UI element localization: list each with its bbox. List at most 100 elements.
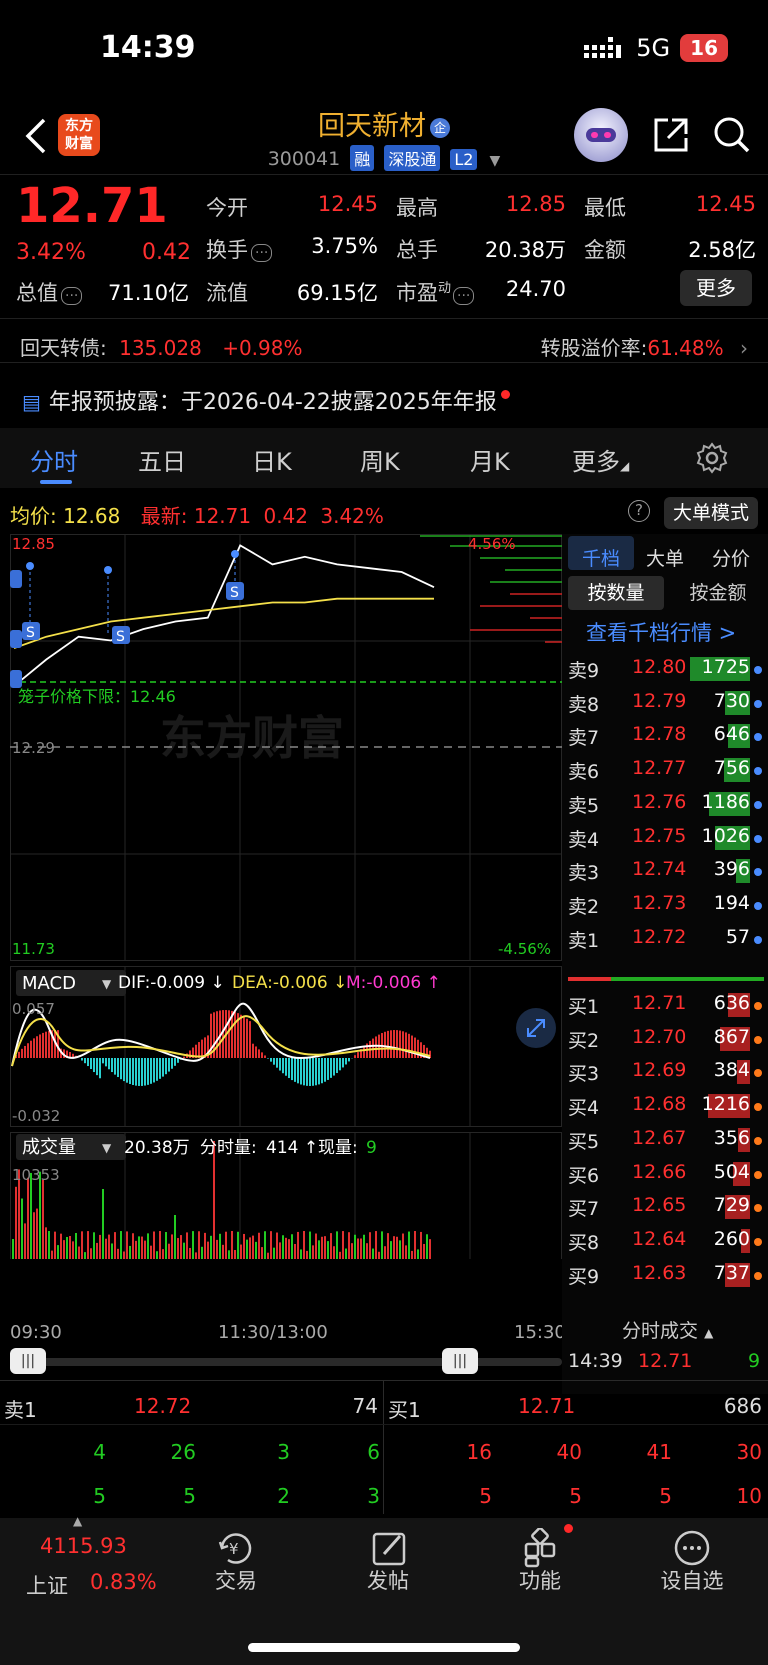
sell-volume: 646 (714, 723, 750, 749)
tab-week-k[interactable]: 周K (360, 442, 400, 477)
range-handle-right[interactable]: ||| (442, 1348, 478, 1374)
macd-bar (315, 1058, 317, 1086)
macd-bar (48, 1030, 50, 1058)
trade-icon[interactable]: ¥ (216, 1528, 256, 1568)
queue-volume: 30 (736, 1440, 762, 1464)
volume-bar (279, 1242, 281, 1259)
sell-row[interactable]: 卖9 12.80 1725 (566, 656, 764, 688)
sell-row[interactable]: 卖6 12.77 756 (566, 757, 764, 789)
macd-bot-label: -0.032 (12, 1107, 60, 1125)
tab-more[interactable]: 更多◢ (572, 442, 629, 477)
convertible-bond[interactable]: 回天转债: 135.028 +0.98% (20, 332, 302, 361)
buy-row[interactable]: 买9 12.63 737 (566, 1262, 764, 1294)
settings-icon[interactable] (696, 442, 728, 474)
buy-row[interactable]: 买2 12.70 867 (566, 1026, 764, 1058)
volume-bar (171, 1234, 173, 1259)
macd-bar (402, 1031, 404, 1058)
watchlist-icon[interactable] (672, 1528, 712, 1568)
sub-by-amount[interactable]: 按金额 (670, 576, 766, 610)
big-order-mode-button[interactable]: 大单模式 (664, 497, 758, 529)
share-icon[interactable] (652, 116, 690, 154)
sell-row[interactable]: 卖1 12.72 57 (566, 926, 764, 958)
sell-row[interactable]: 卖8 12.79 730 (566, 690, 764, 722)
buy-row[interactable]: 买6 12.66 504 (566, 1161, 764, 1193)
buy-row[interactable]: 买7 12.65 729 (566, 1194, 764, 1226)
volume-dropdown-icon: ▼ (102, 1141, 112, 1155)
buy-row[interactable]: 买1 12.71 636 (566, 992, 764, 1024)
buy-row[interactable]: 买8 12.64 260 (566, 1228, 764, 1260)
help-icon[interactable]: ? (628, 500, 650, 522)
ticks-label[interactable]: 分时成交 ▲ (622, 1316, 713, 1343)
ob-tab-bigorder[interactable]: 大单 (646, 544, 684, 571)
home-indicator[interactable] (248, 1643, 520, 1652)
nav-post[interactable]: 发帖 (338, 1565, 438, 1595)
report-notice[interactable]: ▤ 年报预披露：于2026-04-22披露2025年年报 (22, 384, 510, 416)
macd-bar (300, 1058, 302, 1085)
macd-bar (342, 1058, 344, 1068)
sell-volume: 194 (713, 891, 750, 914)
robot-avatar[interactable] (574, 108, 628, 162)
buy-marker-dot (754, 1103, 762, 1112)
volume-bar (255, 1241, 257, 1259)
ob-tab-depth[interactable]: 千档 (582, 544, 620, 571)
notice-dot (500, 390, 510, 399)
open-value: 12.45 (317, 192, 378, 216)
nav-functions[interactable]: 功能 (490, 1565, 590, 1595)
buy-row[interactable]: 买3 12.69 384 (566, 1059, 764, 1091)
queue-volume: 5 (659, 1484, 672, 1508)
range-handle-left[interactable]: ||| (10, 1348, 46, 1374)
macd-bar (165, 1058, 167, 1075)
nav-trade[interactable]: 交易 (186, 1565, 286, 1595)
tab-day-k[interactable]: 日K (252, 442, 292, 477)
volume-bar (297, 1231, 299, 1259)
ob-tab-price[interactable]: 分价 (712, 544, 750, 571)
nav-add-watchlist[interactable]: 设自选 (642, 1565, 742, 1595)
volume-bar (186, 1232, 188, 1259)
macd-bar (279, 1058, 281, 1071)
intraday-chart[interactable]: 东方财富 S S S 12.85 4.56% 12.29 笼子价格下限：12.4… (10, 534, 562, 1259)
post-icon[interactable] (370, 1528, 410, 1568)
volume-bar (192, 1231, 194, 1259)
volume-bar (201, 1246, 203, 1259)
range-slider-track[interactable] (14, 1358, 562, 1366)
time-end: 15:30 (514, 1322, 566, 1343)
tab-month-k[interactable]: 月K (470, 442, 510, 477)
y-top-label: 12.85 (12, 535, 55, 553)
index-value[interactable]: 4115.93 (40, 1534, 127, 1558)
conversion-premium[interactable]: 转股溢价率:61.48% › (541, 332, 748, 361)
macd-bar (249, 1021, 251, 1058)
tab-five-day[interactable]: 五日 (138, 442, 186, 477)
volume-bar (291, 1234, 293, 1259)
turnover-label: 换手 ··· (206, 234, 273, 264)
more-button[interactable]: 更多 (680, 270, 752, 306)
sell-row[interactable]: 卖7 12.78 646 (566, 723, 764, 755)
volume-bar (102, 1189, 104, 1259)
macd-bar (294, 1058, 296, 1082)
macd-bar (147, 1058, 149, 1085)
sell-row[interactable]: 卖5 12.76 1186 (566, 791, 764, 823)
macd-bar (246, 1018, 248, 1058)
volume-bar (222, 1244, 224, 1259)
buy-row[interactable]: 买5 12.67 356 (566, 1127, 764, 1159)
bond-pct: +0.98% (222, 336, 303, 360)
volume-bar (387, 1233, 389, 1259)
volume-bar (282, 1235, 284, 1259)
buy-volume: 636 (714, 992, 750, 1017)
macd-bar (138, 1058, 140, 1086)
search-icon[interactable] (713, 116, 751, 154)
sell-row[interactable]: 卖4 12.75 1026 (566, 825, 764, 857)
volume-bar (357, 1238, 359, 1259)
tab-intraday[interactable]: 分时 (30, 442, 78, 477)
macd-bar (267, 1058, 269, 1059)
bond-price: 135.028 (119, 336, 202, 360)
buy-row[interactable]: 买4 12.68 1216 (566, 1093, 764, 1125)
volume-bar (237, 1231, 239, 1259)
functions-icon[interactable] (522, 1528, 562, 1568)
watermark: 东方财富 (160, 711, 344, 765)
sell-row[interactable]: 卖2 12.73 194 (566, 892, 764, 924)
sell-row[interactable]: 卖3 12.74 396 (566, 858, 764, 890)
sub-by-quantity[interactable]: 按数量 (568, 576, 664, 610)
macd-bar (282, 1058, 284, 1074)
avg-label: 均价: (10, 504, 57, 528)
view-depth-link[interactable]: 查看千档行情 > (586, 617, 736, 647)
